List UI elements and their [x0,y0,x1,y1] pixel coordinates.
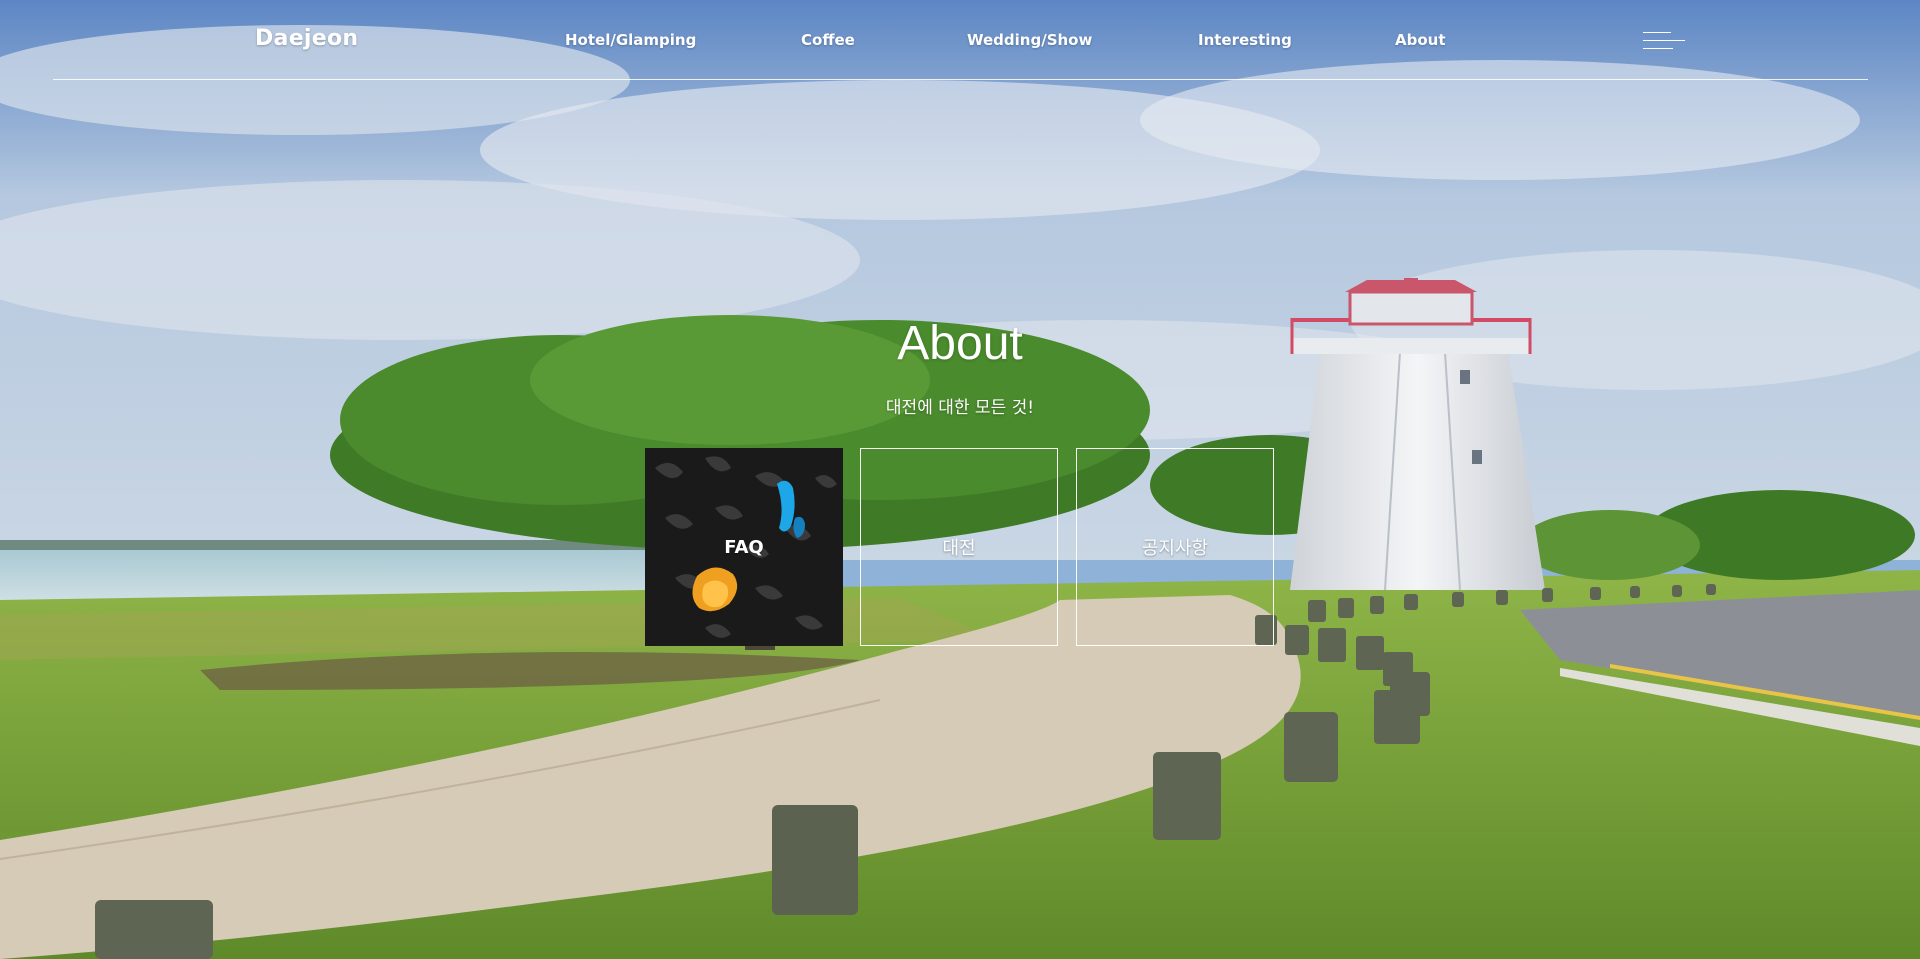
hamburger-menu-icon[interactable] [1643,30,1685,54]
nav-item-about[interactable]: About [1395,31,1446,49]
nav-item-interesting[interactable]: Interesting [1198,31,1292,49]
header-divider [53,79,1868,80]
faq-card-label: FAQ [724,536,764,558]
nav-item-coffee[interactable]: Coffee [801,31,855,49]
nav-item-hotel-glamping[interactable]: Hotel/Glamping [565,31,696,49]
site-header: Daejeon Hotel/Glamping Coffee Wedding/Sh… [0,0,1920,80]
page-title: About [897,317,1023,370]
faq-card[interactable]: FAQ [645,448,843,646]
nav-item-wedding-show[interactable]: Wedding/Show [967,31,1092,49]
page: Daejeon Hotel/Glamping Coffee Wedding/Sh… [0,0,1920,959]
notice-card[interactable]: 공지사항 [1076,448,1274,646]
site-logo[interactable]: Daejeon [255,26,358,51]
notice-card-label: 공지사항 [1141,538,1209,559]
daejeon-card-label: 대전 [942,538,976,559]
page-subtitle: 대전에 대한 모든 것! [885,398,1035,418]
daejeon-card[interactable]: 대전 [860,448,1058,646]
